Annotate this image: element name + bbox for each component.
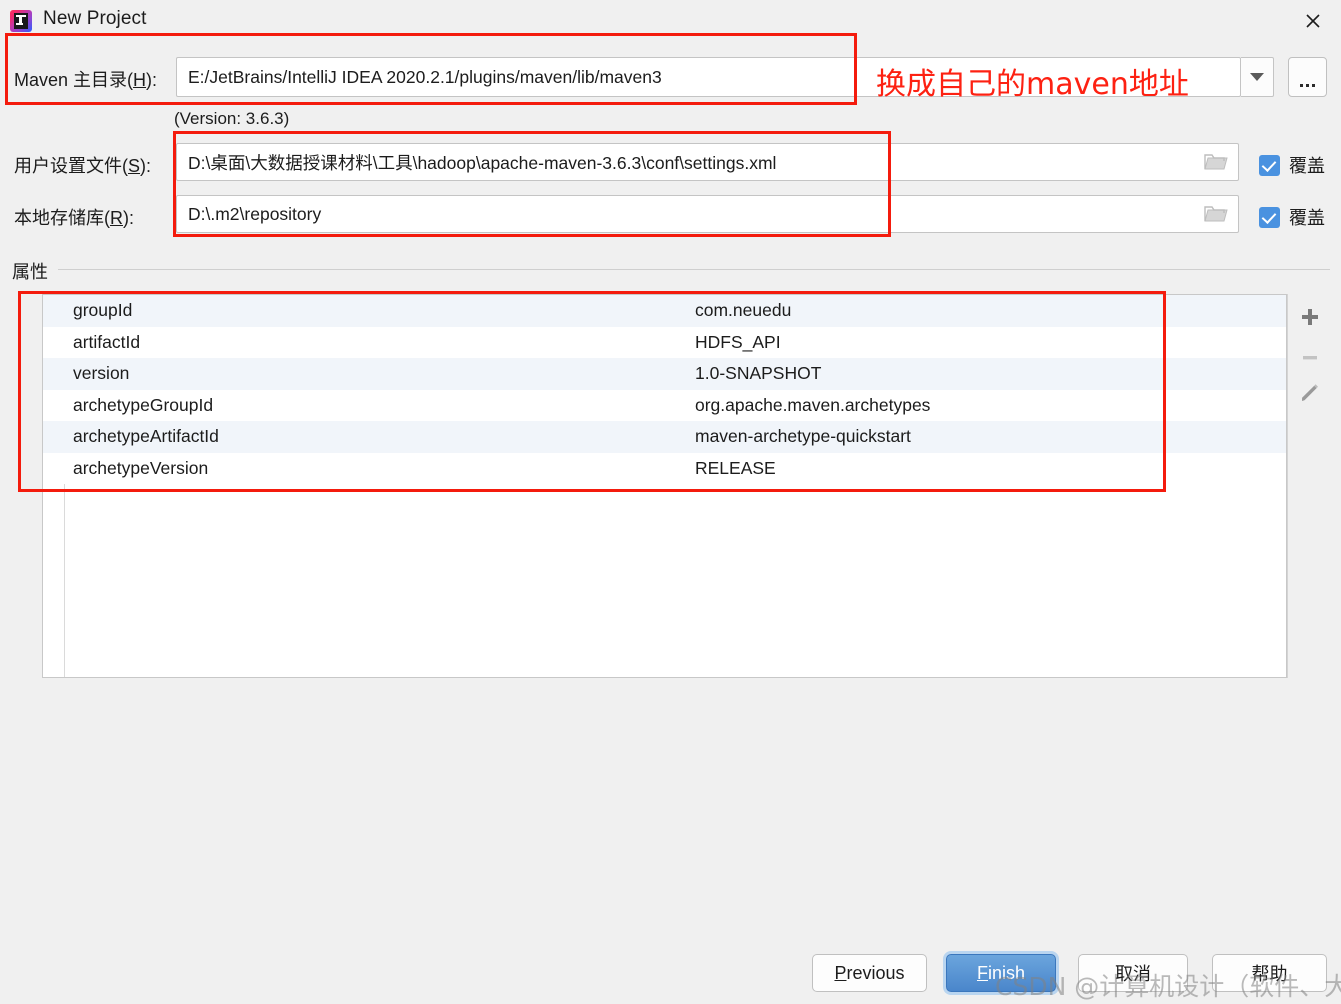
ellipsis-icon [1300, 84, 1315, 87]
local-repository-label: 本地存储库(R): [14, 204, 134, 230]
previous-button-label: revious [846, 962, 905, 983]
previous-button[interactable]: Previous [812, 954, 927, 992]
property-key: archetypeVersion [73, 457, 209, 478]
user-settings-folder-icon[interactable] [1203, 152, 1229, 172]
table-row[interactable]: archetypeVersion RELEASE [43, 452, 1286, 484]
cancel-button-label: 取消 [1115, 964, 1151, 984]
previous-button-mnemonic: P [834, 962, 847, 983]
user-settings-override-label: 覆盖 [1289, 156, 1325, 176]
edit-property-button[interactable] [1292, 376, 1328, 412]
maven-home-label-cn: 主目录( [73, 70, 134, 90]
property-key: artifactId [73, 331, 141, 352]
annotation-text-maven-home: 换成自己的maven地址 [876, 67, 1189, 102]
cancel-button[interactable]: 取消 [1078, 954, 1188, 992]
table-row[interactable]: groupId com.neuedu [43, 295, 1286, 327]
title-bar: New Project [0, 0, 1341, 41]
table-row[interactable]: archetypeArtifactId maven-archetype-quick… [43, 421, 1286, 453]
new-project-dialog: New Project Maven 主目录(H): E:/JetBrains/I… [0, 0, 1341, 1004]
user-settings-input[interactable]: D:\桌面\大数据授课材料\工具\hadoop\apache-maven-3.6… [176, 143, 1239, 181]
local-repository-folder-icon[interactable] [1203, 204, 1229, 224]
add-property-button[interactable] [1292, 299, 1328, 335]
help-button-label: 帮助 [1251, 964, 1288, 984]
finish-button-label: inish [987, 962, 1026, 983]
maven-home-label-suffix: ): [146, 70, 158, 90]
window-title: New Project [43, 8, 147, 29]
user-settings-label-mnemonic: S [128, 156, 141, 176]
remove-property-button[interactable] [1292, 339, 1328, 375]
local-repository-override-label: 覆盖 [1289, 208, 1325, 228]
close-icon[interactable] [1285, 0, 1341, 41]
local-repository-override-checkbox[interactable]: 覆盖 [1259, 204, 1325, 230]
property-key: groupId [73, 300, 133, 321]
intellij-idea-icon [10, 10, 32, 32]
table-rows-host: groupId com.neuedu artifactId HDFS_APIversi… [43, 295, 1286, 484]
user-settings-override-checkbox[interactable]: 覆盖 [1259, 152, 1325, 178]
properties-table-toolbar [1287, 294, 1331, 678]
maven-home-label-prefix: Maven [14, 70, 74, 90]
user-settings-label-cn: 用户设置文件( [14, 156, 128, 176]
local-repository-input[interactable]: D:\.m2\repository [176, 195, 1239, 233]
property-value: 1.0-SNAPSHOT [695, 363, 822, 384]
property-value: HDFS_API [695, 331, 781, 352]
table-row[interactable]: artifactId HDFS_API [43, 326, 1286, 358]
property-key: archetypeGroupId [73, 394, 214, 415]
maven-home-label-mnemonic: H [133, 70, 147, 90]
finish-button[interactable]: Finish [946, 954, 1056, 992]
pencil-icon [1302, 384, 1318, 401]
property-value: org.apache.maven.archetypes [695, 394, 931, 415]
property-value: com.neuedu [695, 300, 792, 321]
property-value: maven-archetype-quickstart [695, 426, 911, 447]
properties-table[interactable]: groupId com.neuedu artifactId HDFS_APIversi… [42, 294, 1287, 678]
local-repository-label-suffix: ): [123, 208, 134, 228]
maven-home-dropdown-button[interactable] [1241, 57, 1274, 97]
local-repository-label-mnemonic: R [110, 208, 123, 228]
maven-version-note: (Version: 3.6.3) [174, 109, 290, 128]
section-divider [58, 269, 1330, 270]
plus-icon [1302, 309, 1318, 325]
property-value: RELEASE [695, 457, 776, 478]
checkbox-checked-icon [1259, 154, 1280, 176]
user-settings-label-suffix: ): [140, 156, 152, 176]
minus-icon [1303, 356, 1317, 360]
maven-home-label: Maven 主目录(H): [14, 66, 157, 92]
table-row[interactable]: version 1.0-SNAPSHOT [43, 358, 1286, 390]
maven-home-browse-button[interactable] [1288, 57, 1327, 97]
maven-home-value: E:/JetBrains/IntelliJ IDEA 2020.2.1/plug… [188, 66, 662, 87]
properties-section-title: 属性 [12, 262, 48, 282]
user-settings-label: 用户设置文件(S): [14, 152, 151, 178]
local-repository-label-cn: 本地存储库( [14, 208, 110, 228]
help-button[interactable]: 帮助 [1212, 954, 1327, 992]
chevron-down-icon [1250, 73, 1264, 81]
finish-button-mnemonic: F [976, 962, 988, 983]
property-key: version [73, 363, 130, 384]
property-key: archetypeArtifactId [73, 426, 219, 447]
table-row[interactable]: archetypeGroupId org.apache.maven.archety… [43, 389, 1286, 421]
user-settings-value: D:\桌面\大数据授课材料\工具\hadoop\apache-maven-3.6… [188, 152, 777, 173]
checkbox-checked-icon [1259, 206, 1280, 228]
local-repository-value: D:\.m2\repository [188, 203, 322, 224]
